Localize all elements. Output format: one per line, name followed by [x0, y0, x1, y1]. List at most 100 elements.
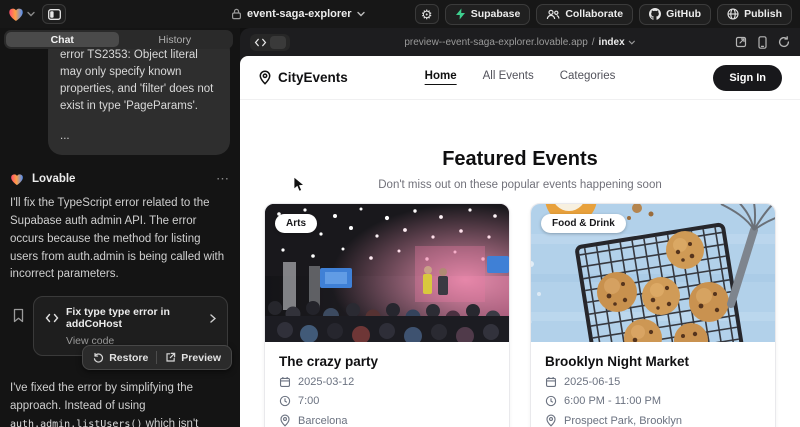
- supabase-label: Supabase: [471, 8, 521, 20]
- collaborate-icon: [546, 9, 560, 20]
- supabase-icon: [455, 8, 466, 20]
- assistant-message-intro: I'll fix the TypeScript error related to…: [10, 195, 230, 284]
- gear-icon: ⚙: [421, 8, 433, 21]
- event-image-conference: Arts: [265, 204, 509, 342]
- event-location: Barcelona: [298, 415, 348, 427]
- assistant-message-result: I've fixed the error by simplifying the …: [10, 380, 230, 427]
- hero-section: Featured Events Don't miss out on these …: [240, 100, 800, 191]
- chat-thread: error TS2353: Object literal may only sp…: [0, 37, 240, 427]
- event-date: 2025-06-15: [564, 376, 620, 388]
- site-brand[interactable]: CityEvents: [258, 70, 348, 85]
- url-separator: /: [592, 37, 595, 48]
- supabase-button[interactable]: Supabase: [445, 4, 531, 25]
- nav-all-events[interactable]: All Events: [483, 70, 534, 85]
- open-new-tab-icon[interactable]: [735, 36, 747, 48]
- chevron-right-icon: [210, 314, 216, 323]
- assistant-name: Lovable: [32, 173, 75, 185]
- user-message-bubble: error TS2353: Object literal may only sp…: [48, 37, 230, 155]
- event-date: 2025-03-12: [298, 376, 354, 388]
- mobile-view-icon[interactable]: [758, 36, 767, 49]
- event-image-cookies: Food & Drink: [531, 204, 775, 342]
- location-pin-icon: [545, 414, 557, 427]
- lock-icon: [231, 8, 242, 20]
- event-date-row: 2025-06-15: [545, 376, 761, 388]
- chevron-down-icon: [27, 11, 35, 17]
- tab-chat[interactable]: Chat: [6, 32, 119, 47]
- calendar-icon: [545, 376, 557, 388]
- site-brand-name: CityEvents: [278, 70, 348, 85]
- event-date-row: 2025-03-12: [279, 376, 495, 388]
- github-icon: [649, 8, 661, 20]
- github-label: GitHub: [666, 8, 701, 20]
- event-time: 7:00: [298, 395, 319, 407]
- publish-label: Publish: [744, 8, 782, 20]
- user-message-text: error TS2353: Object literal may only sp…: [60, 47, 218, 115]
- event-title: Brooklyn Night Market: [545, 354, 761, 369]
- panel-toggle-icon: [48, 9, 61, 20]
- preview-pane: preview--event-saga-explorer.lovable.app…: [240, 28, 800, 427]
- location-pin-icon: [258, 70, 272, 85]
- github-button[interactable]: GitHub: [639, 4, 711, 25]
- url-host: preview--event-saga-explorer.lovable.app: [404, 37, 587, 48]
- category-badge: Arts: [275, 214, 317, 233]
- chevron-down-icon: [629, 40, 636, 45]
- preview-label: Preview: [181, 352, 221, 364]
- tool-call-card[interactable]: Fix type type error in addCoHost View co…: [33, 296, 228, 356]
- user-message-more: ...: [60, 128, 218, 145]
- event-card[interactable]: Arts The crazy party 2025-03-12 7: [264, 203, 510, 427]
- more-options-icon[interactable]: ⋯: [216, 171, 230, 187]
- event-location: Prospect Park, Brooklyn: [564, 415, 682, 427]
- chat-sidebar: Chat History error TS2353: Object litera…: [0, 28, 240, 427]
- category-badge: Food & Drink: [541, 214, 626, 233]
- rendered-site: CityEvents Home All Events Categories Si…: [240, 56, 800, 427]
- event-location-row: Barcelona: [279, 414, 495, 427]
- event-time-row: 7:00: [279, 395, 495, 407]
- preview-button[interactable]: Preview: [157, 352, 229, 364]
- chat-history-tabs: Chat History: [4, 30, 233, 49]
- nav-home[interactable]: Home: [425, 70, 457, 85]
- toggle-knob: [270, 36, 286, 49]
- nav-categories[interactable]: Categories: [560, 70, 616, 85]
- hero-title: Featured Events: [240, 148, 800, 171]
- code-icon: [254, 38, 267, 47]
- restore-label: Restore: [109, 352, 148, 364]
- app-topbar: event-saga-explorer ⚙ Supabase Collabora…: [0, 0, 800, 28]
- site-nav: Home All Events Categories: [425, 70, 616, 85]
- restore-button[interactable]: Restore: [85, 352, 156, 364]
- sign-in-button[interactable]: Sign In: [713, 65, 782, 91]
- tool-call-row: Fix type type error in addCoHost View co…: [12, 296, 228, 356]
- event-title: The crazy party: [279, 354, 495, 369]
- mouse-cursor: [293, 176, 305, 193]
- message-action-bar: Restore Preview: [82, 345, 232, 370]
- bookmark-icon[interactable]: [12, 296, 25, 356]
- clock-icon: [545, 395, 557, 407]
- clock-icon: [279, 395, 291, 407]
- collaborate-button[interactable]: Collaborate: [536, 4, 633, 25]
- refresh-icon[interactable]: [778, 36, 790, 48]
- restore-icon: [93, 352, 104, 363]
- url-page: index: [599, 37, 625, 48]
- tool-call-title: Fix type type error in addCoHost: [66, 306, 203, 330]
- code-view-toggle[interactable]: [250, 34, 290, 51]
- event-card[interactable]: Food & Drink Brooklyn Night Market 2025-…: [530, 203, 776, 427]
- code-icon: [45, 313, 59, 323]
- site-header: CityEvents Home All Events Categories Si…: [240, 56, 800, 100]
- panel-toggle-button[interactable]: [42, 4, 66, 24]
- location-pin-icon: [279, 414, 291, 427]
- hero-subtitle: Don't miss out on these popular events h…: [240, 179, 800, 191]
- event-location-row: Prospect Park, Brooklyn: [545, 414, 761, 427]
- publish-button[interactable]: Publish: [717, 4, 792, 25]
- lovable-avatar-icon: [10, 173, 24, 186]
- project-name: event-saga-explorer: [247, 8, 352, 20]
- preview-toolbar: preview--event-saga-explorer.lovable.app…: [240, 28, 800, 56]
- lovable-logo-icon: [8, 7, 24, 22]
- tab-history[interactable]: History: [119, 32, 232, 47]
- lovable-logo-menu[interactable]: [8, 7, 35, 22]
- settings-button[interactable]: ⚙: [415, 4, 439, 24]
- preview-url[interactable]: preview--event-saga-explorer.lovable.app…: [404, 37, 635, 48]
- calendar-icon: [279, 376, 291, 388]
- assistant-header: Lovable ⋯: [10, 171, 230, 187]
- publish-globe-icon: [727, 8, 739, 20]
- project-selector[interactable]: event-saga-explorer: [231, 8, 365, 20]
- external-link-icon: [165, 352, 176, 363]
